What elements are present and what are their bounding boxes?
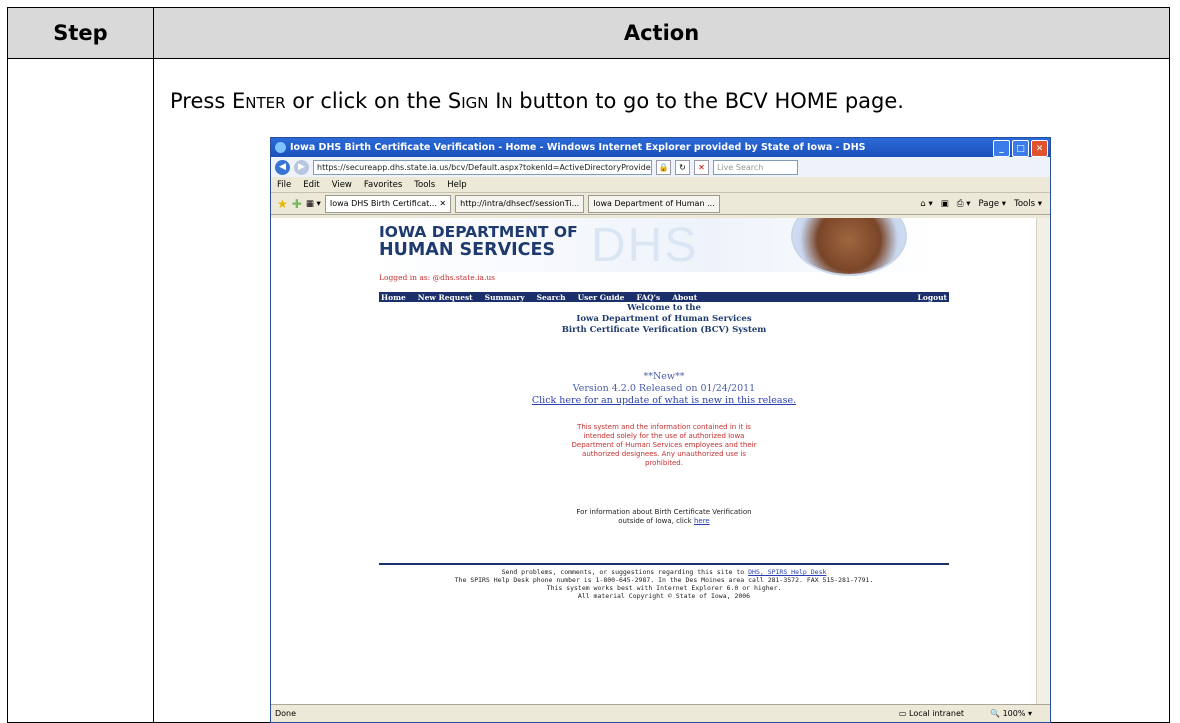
release-notice: **New** Version 4.2.0 Released on 01/24/… <box>379 371 949 407</box>
nav-search[interactable]: Search <box>537 293 566 302</box>
back-icon[interactable]: ◀ <box>275 159 290 175</box>
search-input[interactable]: Live Search <box>713 159 798 175</box>
instruction-text: Press Enter or click on the Sign In butt… <box>170 89 904 113</box>
org-title-line1: IOWA DEPARTMENT OF <box>379 223 578 241</box>
nav-home[interactable]: Home <box>381 293 406 302</box>
site-footer: Send problems, comments, or suggestions … <box>454 568 874 600</box>
org-title-line2: HUMAN SERVICES <box>379 240 556 260</box>
home-icon[interactable]: ⌂ ▾ <box>920 199 932 209</box>
add-favorite-icon[interactable]: ✚ <box>292 197 302 211</box>
help-desk-link[interactable]: DHS, SPIRS Help Desk <box>748 568 826 576</box>
welcome-line2: Iowa Department of Human Services <box>576 314 752 324</box>
menu-bar: File Edit View Favorites Tools Help <box>271 177 1050 193</box>
tab-bar: ★ ✚ ▦ ▾ Iowa DHS Birth Certificat... ✕ h… <box>271 193 1050 215</box>
header-step: Step <box>8 8 154 58</box>
close-icon[interactable]: ✕ <box>1031 140 1048 157</box>
header-action: Action <box>623 21 700 45</box>
tools-menu[interactable]: Tools ▾ <box>1014 199 1042 209</box>
welcome-line1: Welcome to the <box>627 303 701 313</box>
tab-bcv-home[interactable]: Iowa DHS Birth Certificat... ✕ <box>324 194 452 213</box>
usage-warning: This system and the information containe… <box>571 423 757 467</box>
print-icon[interactable]: ⎙ ▾ <box>957 199 971 209</box>
menu-favorites[interactable]: Favorites <box>364 180 402 190</box>
page-menu[interactable]: Page ▾ <box>979 199 1007 209</box>
favorites-star-icon[interactable]: ★ <box>277 197 288 211</box>
step-cell <box>8 59 154 722</box>
key-enter: Enter <box>231 89 286 113</box>
outside-iowa-info: For information about Birth Certificate … <box>576 508 752 525</box>
nav-new-request[interactable]: New Request <box>418 293 473 302</box>
site-nav: Home New Request Summary Search User Gui… <box>379 292 949 302</box>
browser-screenshot: Iowa DHS Birth Certificate Verification … <box>270 137 1051 723</box>
page-content: DHS IOWA DEPARTMENT OF HUMAN SERVICES Lo… <box>271 218 1038 707</box>
quick-tabs-icon[interactable]: ▦ ▾ <box>306 199 321 209</box>
sign-in-label: Sign In <box>447 89 513 113</box>
ie-logo-icon <box>275 142 286 153</box>
dhs-watermark: DHS <box>591 219 699 272</box>
browser-title-bar: Iowa DHS Birth Certificate Verification … <box>271 138 1050 157</box>
menu-view[interactable]: View <box>332 180 352 190</box>
zone-status: ▭ Local intranet <box>898 709 965 718</box>
menu-edit[interactable]: Edit <box>303 180 319 190</box>
intranet-icon: ▭ <box>898 709 907 718</box>
browser-title: Iowa DHS Birth Certificate Verification … <box>290 142 866 153</box>
instruction-part1: Press <box>170 89 232 113</box>
new-tag: **New** <box>643 371 685 382</box>
footer-divider <box>379 563 949 565</box>
table-header: Step Action <box>8 8 1169 59</box>
refresh-icon[interactable]: ↻ <box>675 159 690 175</box>
menu-help[interactable]: Help <box>447 180 466 190</box>
address-bar: ◀ ▶ https://secureapp.dhs.state.ia.us/bc… <box>271 157 1050 177</box>
welcome-line3: Birth Certificate Verification (BCV) Sys… <box>561 325 767 335</box>
forward-icon[interactable]: ▶ <box>294 159 309 175</box>
feeds-icon[interactable]: ▣ <box>941 199 949 209</box>
page-scrollbar[interactable] <box>1036 218 1050 707</box>
stop-icon[interactable]: ✕ <box>694 159 709 175</box>
nav-summary[interactable]: Summary <box>485 293 525 302</box>
logged-in-status: Logged in as: @dhs.state.ia.us <box>379 273 496 282</box>
tab-iowa-dept[interactable]: Iowa Department of Human ... <box>588 194 720 213</box>
instruction-part3: button to go to the BCV HOME page. <box>512 89 904 113</box>
version-text: Version 4.2.0 Released on 01/24/2011 <box>572 383 756 394</box>
logout-link[interactable]: Logout <box>918 293 947 302</box>
nav-user-guide[interactable]: User Guide <box>578 293 625 302</box>
lock-icon[interactable]: 🔒 <box>656 159 671 175</box>
status-text: Done <box>275 709 297 718</box>
nav-about[interactable]: About <box>672 293 697 302</box>
instruction-part2: or click on the <box>285 89 448 113</box>
maximize-icon[interactable]: □ <box>1012 140 1029 157</box>
welcome-heading: Welcome to the Iowa Department of Human … <box>379 303 949 336</box>
nav-faqs[interactable]: FAQ's <box>636 293 660 302</box>
url-input[interactable]: https://secureapp.dhs.state.ia.us/bcv/De… <box>313 159 652 175</box>
zoom-control[interactable]: 🔍 100% ▾ <box>990 709 1032 718</box>
menu-file[interactable]: File <box>277 180 291 190</box>
org-title: IOWA DEPARTMENT OF HUMAN SERVICES <box>379 223 578 259</box>
update-link[interactable]: Click here for an update of what is new … <box>379 395 949 407</box>
outside-iowa-link[interactable]: here <box>694 517 710 525</box>
tab-session[interactable]: http://intra/dhsecf/sessionTi... <box>455 194 585 213</box>
status-bar: Done ▭ Local intranet 🔍 100% ▾ <box>271 704 1050 722</box>
menu-tools[interactable]: Tools <box>414 180 435 190</box>
minimize-icon[interactable]: _ <box>993 140 1010 157</box>
